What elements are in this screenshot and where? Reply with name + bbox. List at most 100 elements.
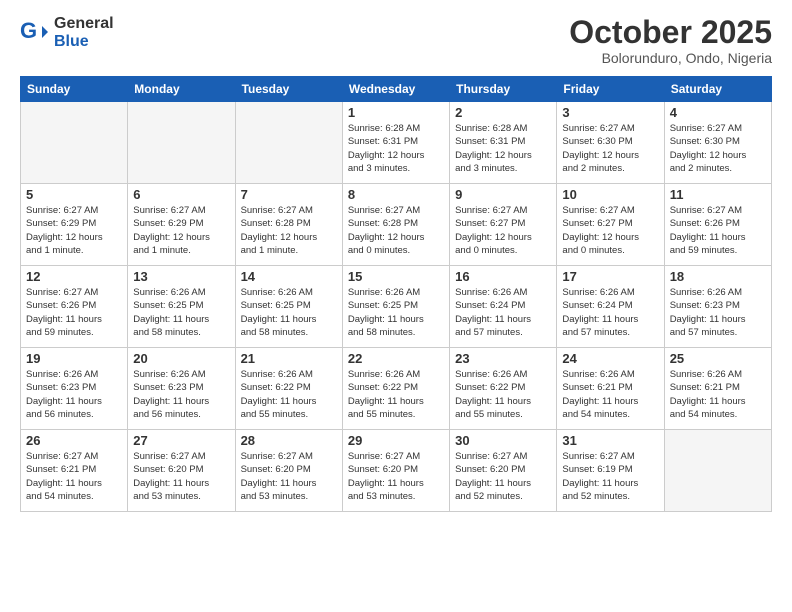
table-row: 29 Sunrise: 6:27 AMSunset: 6:20 PMDayligh…	[342, 430, 449, 512]
col-sunday: Sunday	[21, 77, 128, 102]
title-block: October 2025 Bolorunduro, Ondo, Nigeria	[569, 15, 772, 66]
svg-text:G: G	[20, 18, 37, 43]
day-info: Sunrise: 6:26 AMSunset: 6:25 PMDaylight:…	[133, 286, 229, 339]
table-row: 17 Sunrise: 6:26 AMSunset: 6:24 PMDayligh…	[557, 266, 664, 348]
table-row: 2 Sunrise: 6:28 AMSunset: 6:31 PMDaylight…	[450, 102, 557, 184]
col-thursday: Thursday	[450, 77, 557, 102]
day-info: Sunrise: 6:27 AMSunset: 6:26 PMDaylight:…	[26, 286, 122, 339]
day-number: 20	[133, 351, 229, 366]
table-row: 15 Sunrise: 6:26 AMSunset: 6:25 PMDayligh…	[342, 266, 449, 348]
day-info: Sunrise: 6:26 AMSunset: 6:21 PMDaylight:…	[562, 368, 658, 421]
header: G General Blue October 2025 Bolorunduro,…	[20, 15, 772, 66]
calendar-week-0: 1 Sunrise: 6:28 AMSunset: 6:31 PMDaylight…	[21, 102, 772, 184]
table-row: 10Sunrise: 6:27 AMSunset: 6:27 PMDayligh…	[557, 184, 664, 266]
col-saturday: Saturday	[664, 77, 771, 102]
day-number: 13	[133, 269, 229, 284]
table-row: 16 Sunrise: 6:26 AMSunset: 6:24 PMDayligh…	[450, 266, 557, 348]
logo-general-text: General	[54, 15, 114, 33]
table-row: 22 Sunrise: 6:26 AMSunset: 6:22 PMDayligh…	[342, 348, 449, 430]
day-info: Sunrise: 6:26 AMSunset: 6:24 PMDaylight:…	[562, 286, 658, 339]
day-info: Sunrise: 6:26 AMSunset: 6:25 PMDaylight:…	[348, 286, 444, 339]
day-number: 4	[670, 105, 766, 120]
day-number: 10	[562, 187, 658, 202]
day-number: 6	[133, 187, 229, 202]
table-row: 20Sunrise: 6:26 AMSunset: 6:23 PMDayligh…	[128, 348, 235, 430]
day-number: 28	[241, 433, 337, 448]
col-monday: Monday	[128, 77, 235, 102]
table-row: 30 Sunrise: 6:27 AMSunset: 6:20 PMDayligh…	[450, 430, 557, 512]
table-row: 27 Sunrise: 6:27 AMSunset: 6:20 PMDayligh…	[128, 430, 235, 512]
day-info: Sunrise: 6:27 AMSunset: 6:30 PMDaylight:…	[670, 122, 766, 175]
calendar-week-4: 26 Sunrise: 6:27 AMSunset: 6:21 PMDayligh…	[21, 430, 772, 512]
page: G General Blue October 2025 Bolorunduro,…	[0, 0, 792, 612]
day-info: Sunrise: 6:27 AMSunset: 6:26 PMDaylight:…	[670, 204, 766, 257]
day-number: 2	[455, 105, 551, 120]
table-row: 14Sunrise: 6:26 AMSunset: 6:25 PMDayligh…	[235, 266, 342, 348]
day-number: 31	[562, 433, 658, 448]
logo-icon: G	[20, 18, 50, 48]
day-number: 8	[348, 187, 444, 202]
day-number: 30	[455, 433, 551, 448]
day-info: Sunrise: 6:26 AMSunset: 6:24 PMDaylight:…	[455, 286, 551, 339]
day-number: 12	[26, 269, 122, 284]
day-number: 29	[348, 433, 444, 448]
table-row: 12 Sunrise: 6:27 AMSunset: 6:26 PMDayligh…	[21, 266, 128, 348]
table-row	[235, 102, 342, 184]
table-row: 13 Sunrise: 6:26 AMSunset: 6:25 PMDayligh…	[128, 266, 235, 348]
day-number: 7	[241, 187, 337, 202]
calendar-header-row: Sunday Monday Tuesday Wednesday Thursday…	[21, 77, 772, 102]
day-info: Sunrise: 6:26 AMSunset: 6:23 PMDaylight:…	[670, 286, 766, 339]
table-row: 9Sunrise: 6:27 AMSunset: 6:27 PMDaylight…	[450, 184, 557, 266]
day-info: Sunrise: 6:27 AMSunset: 6:28 PMDaylight:…	[241, 204, 337, 257]
table-row: 23 Sunrise: 6:26 AMSunset: 6:22 PMDayligh…	[450, 348, 557, 430]
table-row: 18Sunrise: 6:26 AMSunset: 6:23 PMDayligh…	[664, 266, 771, 348]
day-info: Sunrise: 6:28 AMSunset: 6:31 PMDaylight:…	[455, 122, 551, 175]
day-info: Sunrise: 6:27 AMSunset: 6:19 PMDaylight:…	[562, 450, 658, 503]
table-row: 3 Sunrise: 6:27 AMSunset: 6:30 PMDaylight…	[557, 102, 664, 184]
day-number: 26	[26, 433, 122, 448]
col-friday: Friday	[557, 77, 664, 102]
day-number: 1	[348, 105, 444, 120]
table-row: 19Sunrise: 6:26 AMSunset: 6:23 PMDayligh…	[21, 348, 128, 430]
table-row: 4 Sunrise: 6:27 AMSunset: 6:30 PMDaylight…	[664, 102, 771, 184]
day-info: Sunrise: 6:26 AMSunset: 6:21 PMDaylight:…	[670, 368, 766, 421]
day-number: 17	[562, 269, 658, 284]
day-number: 5	[26, 187, 122, 202]
table-row: 24Sunrise: 6:26 AMSunset: 6:21 PMDayligh…	[557, 348, 664, 430]
table-row	[21, 102, 128, 184]
location-subtitle: Bolorunduro, Ondo, Nigeria	[569, 50, 772, 66]
table-row: 31 Sunrise: 6:27 AMSunset: 6:19 PMDayligh…	[557, 430, 664, 512]
day-info: Sunrise: 6:27 AMSunset: 6:20 PMDaylight:…	[241, 450, 337, 503]
calendar-week-1: 5 Sunrise: 6:27 AMSunset: 6:29 PMDaylight…	[21, 184, 772, 266]
day-info: Sunrise: 6:27 AMSunset: 6:29 PMDaylight:…	[133, 204, 229, 257]
day-info: Sunrise: 6:28 AMSunset: 6:31 PMDaylight:…	[348, 122, 444, 175]
day-info: Sunrise: 6:27 AMSunset: 6:27 PMDaylight:…	[455, 204, 551, 257]
calendar-table: Sunday Monday Tuesday Wednesday Thursday…	[20, 76, 772, 512]
day-number: 11	[670, 187, 766, 202]
day-info: Sunrise: 6:26 AMSunset: 6:22 PMDaylight:…	[348, 368, 444, 421]
table-row: 1 Sunrise: 6:28 AMSunset: 6:31 PMDaylight…	[342, 102, 449, 184]
day-info: Sunrise: 6:26 AMSunset: 6:25 PMDaylight:…	[241, 286, 337, 339]
day-number: 25	[670, 351, 766, 366]
table-row: 26 Sunrise: 6:27 AMSunset: 6:21 PMDayligh…	[21, 430, 128, 512]
day-number: 15	[348, 269, 444, 284]
col-wednesday: Wednesday	[342, 77, 449, 102]
day-info: Sunrise: 6:26 AMSunset: 6:22 PMDaylight:…	[455, 368, 551, 421]
day-info: Sunrise: 6:27 AMSunset: 6:30 PMDaylight:…	[562, 122, 658, 175]
logo-blue-text: Blue	[54, 33, 114, 51]
day-info: Sunrise: 6:27 AMSunset: 6:29 PMDaylight:…	[26, 204, 122, 257]
day-number: 23	[455, 351, 551, 366]
day-number: 27	[133, 433, 229, 448]
day-number: 3	[562, 105, 658, 120]
table-row: 11 Sunrise: 6:27 AMSunset: 6:26 PMDayligh…	[664, 184, 771, 266]
day-info: Sunrise: 6:26 AMSunset: 6:22 PMDaylight:…	[241, 368, 337, 421]
day-info: Sunrise: 6:27 AMSunset: 6:21 PMDaylight:…	[26, 450, 122, 503]
day-number: 16	[455, 269, 551, 284]
day-info: Sunrise: 6:27 AMSunset: 6:20 PMDaylight:…	[133, 450, 229, 503]
col-tuesday: Tuesday	[235, 77, 342, 102]
day-info: Sunrise: 6:27 AMSunset: 6:20 PMDaylight:…	[455, 450, 551, 503]
day-info: Sunrise: 6:27 AMSunset: 6:20 PMDaylight:…	[348, 450, 444, 503]
month-title: October 2025	[569, 15, 772, 50]
day-number: 22	[348, 351, 444, 366]
table-row: 5 Sunrise: 6:27 AMSunset: 6:29 PMDaylight…	[21, 184, 128, 266]
